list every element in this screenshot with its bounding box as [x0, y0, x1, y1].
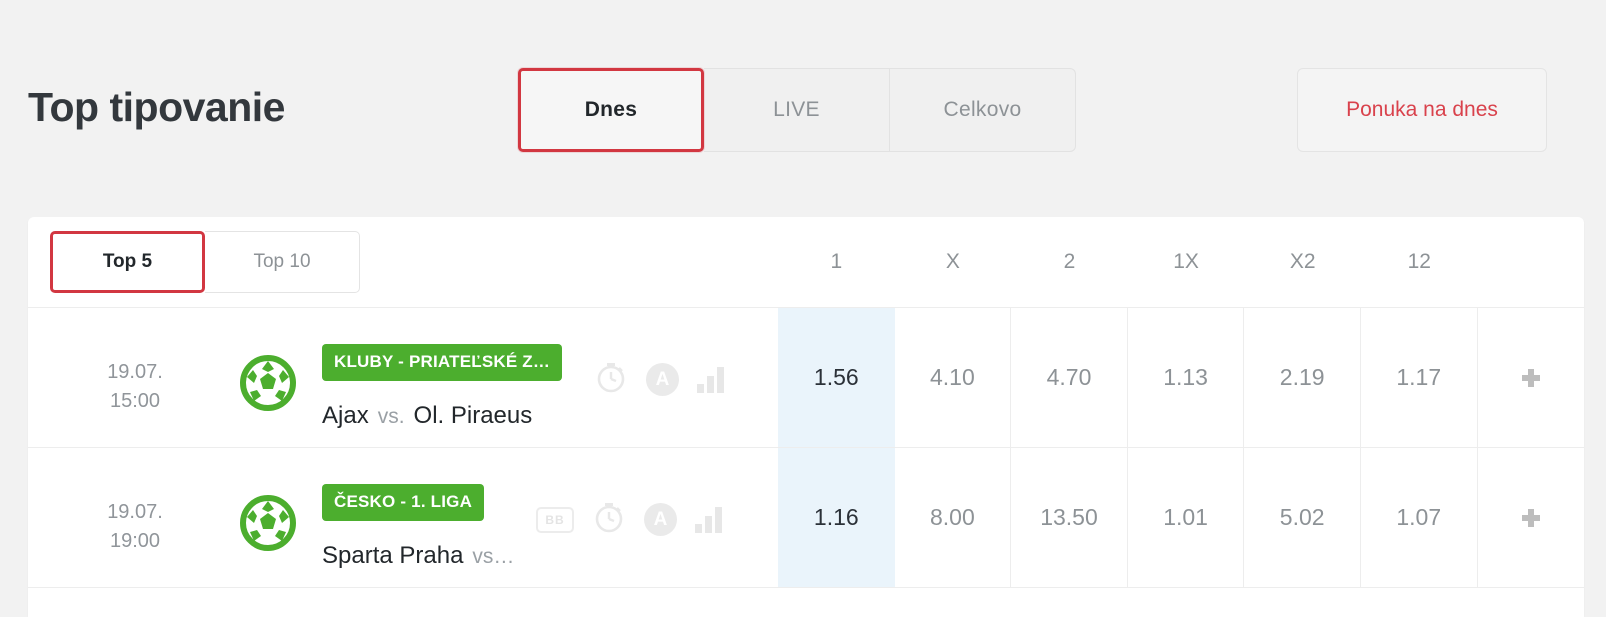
odds-row: 1.56 4.10 4.70 1.13 2.19 1.17: [778, 308, 1478, 447]
tab-dnes-label: Dnes: [584, 98, 638, 121]
column-header-2: 2: [1063, 250, 1076, 273]
match-feature-icons: BB A: [536, 500, 722, 539]
odd-cell-x[interactable]: 8.00: [895, 448, 1012, 587]
tab-celkovo-label: Celkovo: [943, 98, 1022, 121]
odd-cell-1x[interactable]: 1.01: [1128, 448, 1245, 587]
tab-live[interactable]: LIVE: [704, 68, 890, 152]
match-datetime: 19.07. 15:00: [80, 358, 190, 416]
plus-icon: [1522, 508, 1540, 527]
table-header: Top 5 Top 10 1 X 2 1X X2 12: [28, 217, 1584, 308]
home-team: Sparta Praha: [322, 542, 464, 569]
odd-cell-12[interactable]: 1.07: [1361, 448, 1478, 587]
odd-cell-2[interactable]: 13.50: [1011, 448, 1128, 587]
page-header: Top tipovanie Dnes LIVE Celkovo Ponuka n…: [0, 0, 1606, 200]
match-date: 19.07.: [107, 501, 163, 523]
odd-cell-1[interactable]: 1.56: [778, 308, 895, 447]
vs-separator: vs…: [472, 545, 515, 568]
tab-top-10[interactable]: Top 10: [205, 231, 360, 293]
odd-cell-12[interactable]: 1.17: [1361, 308, 1478, 447]
page-title: Top tipovanie: [28, 84, 285, 130]
tab-top-5-label: Top 5: [102, 251, 153, 272]
odd-cell-1[interactable]: 1.16: [778, 448, 895, 587]
odd-cell-1x[interactable]: 1.13: [1128, 308, 1245, 447]
odds-row: 1.16 8.00 13.50 1.01 5.02 1.07: [778, 448, 1478, 587]
stopwatch-icon: [594, 360, 628, 399]
match-time: 15:00: [109, 390, 161, 412]
plus-icon: [1522, 368, 1540, 387]
statistics-icon: [695, 506, 722, 533]
column-header-x2: X2: [1289, 250, 1316, 273]
vs-separator: vs.: [377, 405, 405, 428]
match-time: 19:00: [109, 530, 161, 552]
tab-top-5[interactable]: Top 5: [50, 231, 205, 293]
odd-cell-2[interactable]: 4.70: [1011, 308, 1128, 447]
offer-today-button[interactable]: Ponuka na dnes: [1297, 68, 1547, 152]
audio-commentary-icon: A: [644, 503, 677, 536]
column-header-12: 12: [1407, 250, 1431, 273]
match-date: 19.07.: [107, 361, 163, 383]
list-size-tab-group: Top 5 Top 10: [50, 231, 360, 293]
match-teams: Ajax vs. Ol. Piraeus: [322, 402, 762, 430]
top-betting-card: Top 5 Top 10 1 X 2 1X X2 12 19.07. 15:00: [28, 217, 1584, 617]
away-team: Ol. Piraeus: [413, 402, 533, 429]
more-markets-button[interactable]: [1478, 448, 1584, 587]
table-row[interactable]: 19.07. 15:00 KLUBY - PRIATEĽSKÉ Z… Ajax v…: [28, 308, 1584, 448]
match-feature-icons: A: [594, 360, 724, 399]
soccer-ball-icon: [240, 355, 296, 411]
offer-today-label: Ponuka na dnes: [1346, 98, 1498, 121]
bb-icon: BB: [536, 506, 574, 533]
tab-celkovo[interactable]: Celkovo: [890, 68, 1076, 152]
period-tab-group: Dnes LIVE Celkovo: [518, 68, 1076, 152]
table-row[interactable]: 19.07. 19:00 ČESKO - 1. LIGA Sparta Prah…: [28, 448, 1584, 588]
odd-cell-x[interactable]: 4.10: [895, 308, 1012, 447]
match-teams: Sparta Praha vs…: [322, 542, 762, 570]
statistics-icon: [697, 366, 724, 393]
audio-commentary-icon: A: [646, 363, 679, 396]
column-header-x: X: [945, 250, 960, 273]
column-header-1x: 1X: [1173, 250, 1199, 273]
odd-cell-x2[interactable]: 2.19: [1244, 308, 1361, 447]
soccer-ball-icon: [240, 495, 296, 551]
home-team: Ajax: [322, 402, 369, 429]
odds-column-headers: 1 X 2 1X X2 12: [778, 217, 1478, 307]
league-badge: ČESKO - 1. LIGA: [322, 484, 485, 521]
stopwatch-icon: [592, 500, 626, 539]
column-header-1: 1: [830, 250, 843, 273]
match-datetime: 19.07. 19:00: [80, 498, 190, 556]
more-markets-button[interactable]: [1478, 308, 1584, 447]
tab-dnes[interactable]: Dnes: [518, 68, 704, 152]
odd-cell-x2[interactable]: 5.02: [1244, 448, 1361, 587]
tab-top-10-label: Top 10: [253, 251, 311, 272]
tab-live-label: LIVE: [773, 98, 820, 121]
league-badge: KLUBY - PRIATEĽSKÉ Z…: [322, 344, 563, 381]
